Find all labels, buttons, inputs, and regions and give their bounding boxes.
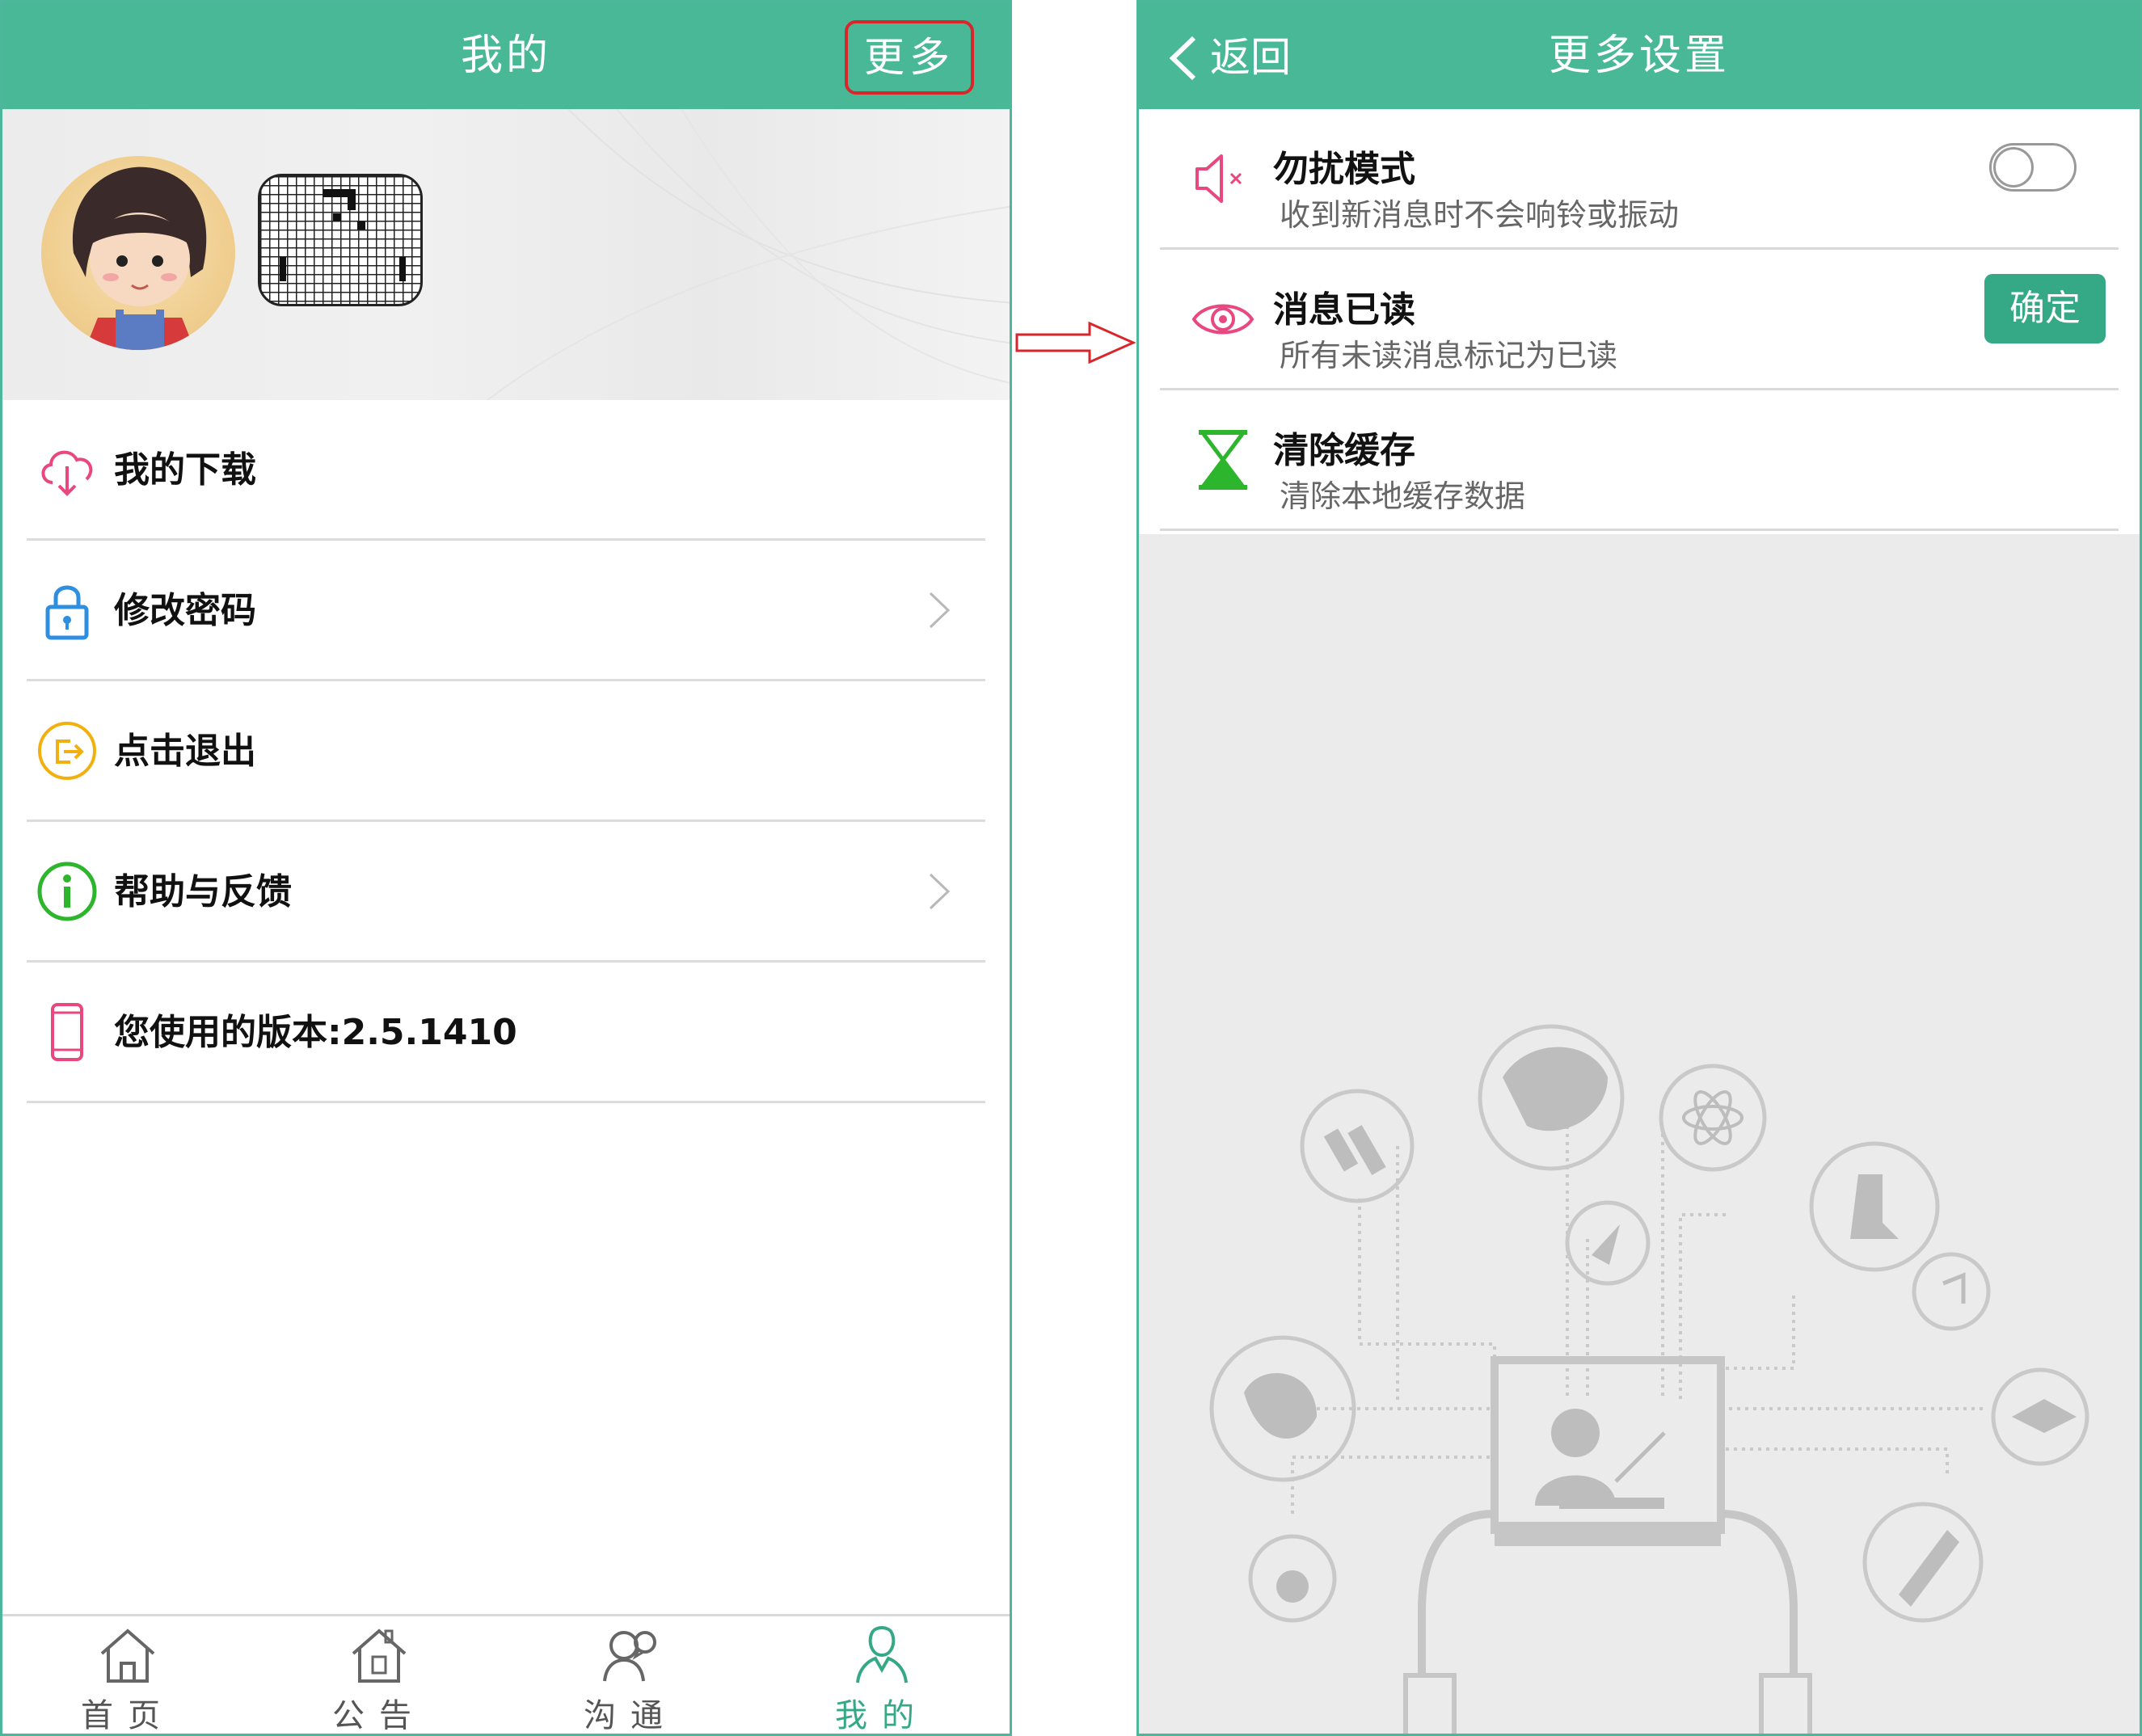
top-bar: 更多设置 返回 xyxy=(1139,2,2140,109)
my-screen: 我的 更多 我的下载 修改密码 点击退出 帮助与反馈 您使用的版本:2.5.14… xyxy=(0,0,1012,1736)
phone-icon xyxy=(51,1002,83,1061)
menu-item-label: 帮助与反馈 xyxy=(114,871,292,912)
menu-item-label: 我的下载 xyxy=(114,449,256,491)
profile-banner xyxy=(2,109,1010,400)
tab-bar: 首页 公告 沟通 我的 xyxy=(2,1614,1010,1734)
cloud-download-icon xyxy=(41,450,93,496)
lock-icon xyxy=(45,585,89,639)
chevron-right-icon xyxy=(929,873,951,909)
education-illustration xyxy=(1209,1024,2089,1734)
setting-description: 清除本地缓存数据 xyxy=(1280,478,1526,514)
person-icon xyxy=(856,1626,908,1683)
do-not-disturb-toggle[interactable] xyxy=(1989,143,2077,192)
setting-description: 收到新消息时不会响铃或振动 xyxy=(1280,197,1680,233)
home-icon xyxy=(100,1629,155,1683)
tab-label: 沟通 xyxy=(584,1697,677,1734)
hourglass-icon xyxy=(1199,429,1247,490)
tab-label: 公告 xyxy=(332,1697,426,1734)
menu-item-help-feedback[interactable]: 帮助与反馈 xyxy=(27,822,985,963)
setting-name: 清除缓存 xyxy=(1273,430,1415,471)
announcement-icon xyxy=(352,1629,407,1683)
avatar[interactable] xyxy=(41,156,235,350)
menu-item-version: 您使用的版本:2.5.1410 xyxy=(27,963,985,1103)
back-label: 返回 xyxy=(1210,34,1291,81)
eye-icon xyxy=(1191,304,1254,334)
setting-description: 所有未读消息标记为已读 xyxy=(1280,338,1618,373)
setting-mark-read: 消息已读 所有未读消息标记为已读 确定 xyxy=(1160,250,2119,390)
more-button[interactable]: 更多 xyxy=(845,20,974,95)
tab-announcements[interactable]: 公告 xyxy=(290,1616,468,1734)
qr-code[interactable] xyxy=(258,174,423,306)
menu-item-downloads[interactable]: 我的下载 xyxy=(27,400,985,541)
setting-name: 勿扰模式 xyxy=(1273,149,1415,190)
setting-clear-cache[interactable]: 清除缓存 清除本地缓存数据 xyxy=(1160,390,2119,531)
chat-icon xyxy=(603,1631,656,1682)
settings-list: 勿扰模式 收到新消息时不会响铃或振动 消息已读 所有未读消息标记为已读 确定 清… xyxy=(1139,109,2140,534)
tab-home[interactable]: 首页 xyxy=(39,1616,217,1734)
tab-chat[interactable]: 沟通 xyxy=(542,1616,719,1734)
menu-item-change-password[interactable]: 修改密码 xyxy=(27,541,985,681)
menu-item-logout[interactable]: 点击退出 xyxy=(27,681,985,822)
top-bar: 我的 更多 xyxy=(2,2,1010,109)
mute-icon xyxy=(1195,154,1242,203)
setting-name: 消息已读 xyxy=(1273,289,1415,331)
menu-item-label: 修改密码 xyxy=(114,590,256,631)
toggle-knob xyxy=(1993,147,2034,188)
menu-list: 我的下载 修改密码 点击退出 帮助与反馈 您使用的版本:2.5.1410 xyxy=(27,400,985,1103)
logout-icon xyxy=(38,721,96,780)
transition-arrow-icon xyxy=(1015,321,1136,364)
chevron-left-icon xyxy=(1169,36,1196,81)
tab-label: 首页 xyxy=(81,1697,175,1734)
chevron-right-icon xyxy=(929,592,951,628)
more-settings-screen: 更多设置 返回 勿扰模式 收到新消息时不会响铃或振动 消息已读 所有未读消息标记… xyxy=(1136,0,2142,1736)
setting-do-not-disturb: 勿扰模式 收到新消息时不会响铃或振动 xyxy=(1160,109,2119,250)
menu-item-label: 点击退出 xyxy=(114,731,256,772)
info-icon xyxy=(37,862,97,921)
back-button[interactable]: 返回 xyxy=(1166,20,1291,95)
tab-me[interactable]: 我的 xyxy=(793,1616,971,1734)
confirm-button[interactable]: 确定 xyxy=(1984,274,2106,343)
tab-label: 我的 xyxy=(835,1697,929,1734)
version-label: 您使用的版本:2.5.1410 xyxy=(114,1012,517,1053)
